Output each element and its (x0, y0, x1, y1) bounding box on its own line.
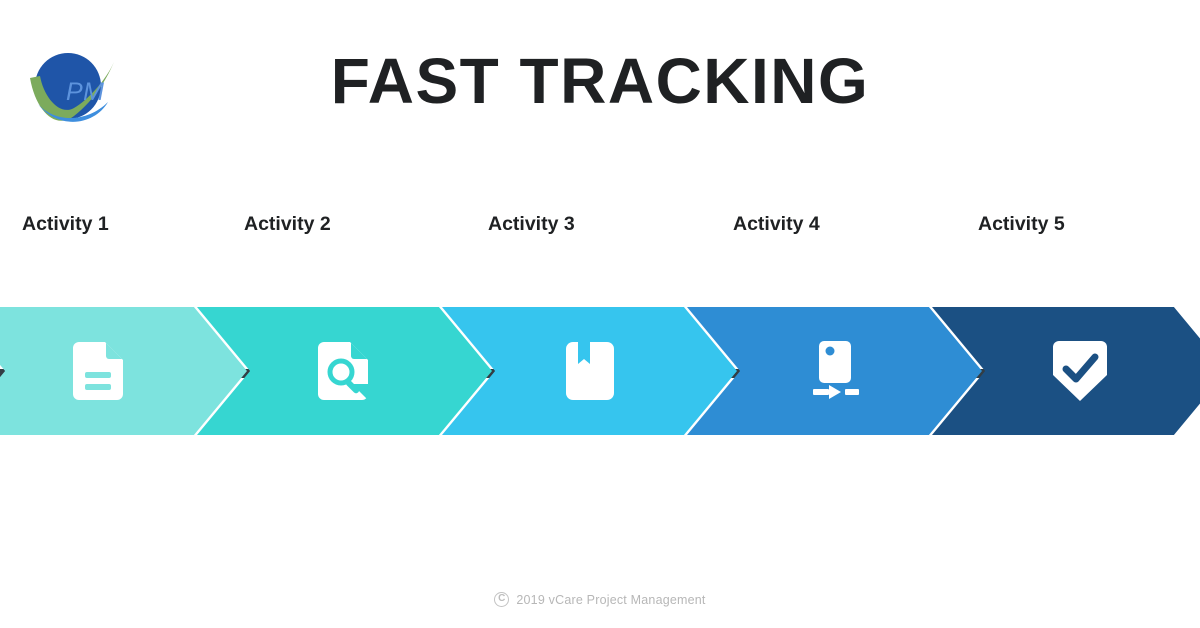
activity-labels-row: Activity 1 Activity 2 Activity 3 Activit… (0, 213, 1200, 247)
copyright-icon: C (494, 592, 510, 607)
slide-canvas: PM FAST TRACKING Activity 1 Activity 2 A… (0, 0, 1200, 628)
activity-label-3: Activity 3 (488, 213, 575, 235)
document-icon (0, 342, 247, 400)
footer-copyright: C 2019 vCare Project Management (0, 592, 1200, 607)
chevron-activity-1[interactable] (0, 307, 247, 435)
activity-label-5: Activity 5 (978, 213, 1065, 235)
page-title: FAST TRACKING (330, 45, 870, 117)
footer-text: 2019 vCare Project Management (516, 592, 706, 607)
activity-label-4: Activity 4 (733, 213, 820, 235)
fast-tracking-chevron-band (0, 307, 1200, 435)
activity-label-1: Activity 1 (22, 213, 109, 235)
activity-label-2: Activity 2 (244, 213, 331, 235)
